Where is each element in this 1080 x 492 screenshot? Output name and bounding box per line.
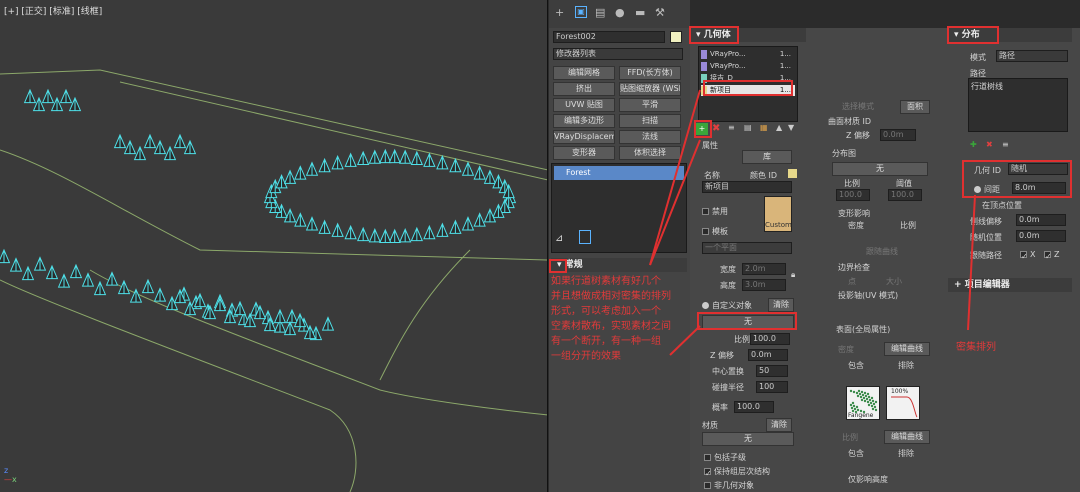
tree-marker — [344, 152, 357, 167]
tree-marker — [57, 273, 71, 288]
tree-marker — [32, 96, 46, 112]
tree-marker — [410, 150, 423, 166]
annotation-line: 空素材散布，实现素材之间 — [551, 321, 671, 332]
tree-marker — [117, 279, 131, 295]
annotation-line: 并且想做成相对密集的排列 — [551, 291, 671, 302]
tree-marker — [399, 228, 412, 243]
tree-marker — [113, 133, 127, 149]
tree-marker — [399, 149, 412, 164]
tree-marker — [285, 308, 299, 324]
tree-marker — [283, 320, 297, 336]
tree-marker — [344, 224, 357, 240]
tree-marker — [294, 212, 307, 227]
tree-marker — [388, 148, 401, 164]
tree-marker — [105, 271, 119, 286]
viewport[interactable]: [+] [正交] [标准] [线框] z —x — [0, 0, 548, 492]
tree-marker — [23, 88, 37, 104]
tree-marker — [123, 139, 137, 155]
tree-marker — [305, 216, 319, 231]
tree-marker — [449, 157, 462, 173]
annotation-arrows — [649, 89, 976, 356]
tree-marker — [0, 248, 11, 264]
tree-marker — [368, 149, 381, 164]
tree-marker — [153, 287, 167, 302]
tree-marker — [21, 265, 35, 281]
tree-marker — [388, 228, 401, 244]
tree-marker — [163, 145, 177, 161]
tree-marker — [173, 133, 187, 149]
annotation-dense: 密集排列 — [956, 342, 996, 353]
tree-marker — [321, 316, 335, 331]
tree-marker — [233, 300, 247, 316]
tree-marker — [183, 139, 197, 155]
tree-marker — [423, 152, 436, 167]
tree-marker — [69, 263, 83, 279]
tree-marker — [41, 88, 55, 104]
tree-marker — [379, 148, 392, 164]
tree-marker — [473, 212, 486, 227]
tree-marker — [483, 169, 497, 184]
tree-marker — [331, 154, 344, 170]
annotation-line: 形式，可以考虑加入一个 — [551, 306, 661, 317]
annotation-line: 如果行道树素材有好几个 — [551, 276, 661, 287]
annotation-line: 一组分开的效果 — [551, 351, 621, 362]
tree-marker — [423, 224, 436, 240]
tree-marker — [357, 226, 370, 242]
tree-marker — [93, 280, 107, 296]
viewport-label[interactable]: [+] [正交] [标准] [线框] — [4, 4, 102, 17]
tree-marker — [318, 219, 331, 234]
tree-marker — [436, 154, 449, 170]
tree-marker — [141, 278, 155, 294]
tree-marker — [45, 264, 59, 280]
tree-marker — [68, 96, 82, 112]
annotation-line: 有一个断开，有一种一组 — [551, 336, 661, 347]
annotation-main-text: 如果行道树素材有好几个 并且想做成相对密集的排列 形式，可以考虑加入一个 空素材散布，… — [551, 274, 691, 364]
tree-marker — [9, 257, 23, 272]
tree-marker — [81, 272, 95, 287]
tree-marker — [449, 219, 462, 234]
tree-marker — [283, 169, 297, 184]
tree-marker — [318, 157, 331, 173]
tree-marker — [473, 165, 486, 180]
viewport-scene — [0, 69, 547, 492]
tree-marker — [133, 145, 147, 161]
tree-marker — [461, 161, 475, 176]
tree-marker — [368, 228, 381, 243]
tree-marker — [143, 133, 157, 149]
tree-marker — [33, 256, 47, 271]
tree-marker — [461, 216, 475, 231]
tree-marker — [273, 308, 287, 324]
tree-marker — [305, 161, 319, 176]
tree-marker — [153, 139, 167, 155]
tree-marker — [410, 226, 423, 242]
tree-marker — [294, 165, 307, 180]
tree-marker — [436, 222, 449, 237]
tree-marker — [59, 88, 73, 104]
tree-marker — [357, 150, 370, 166]
tree-marker — [331, 222, 344, 237]
tree-marker — [50, 96, 64, 112]
axis-gizmo-icon: z —x — [4, 466, 17, 484]
tree-marker — [379, 228, 392, 244]
